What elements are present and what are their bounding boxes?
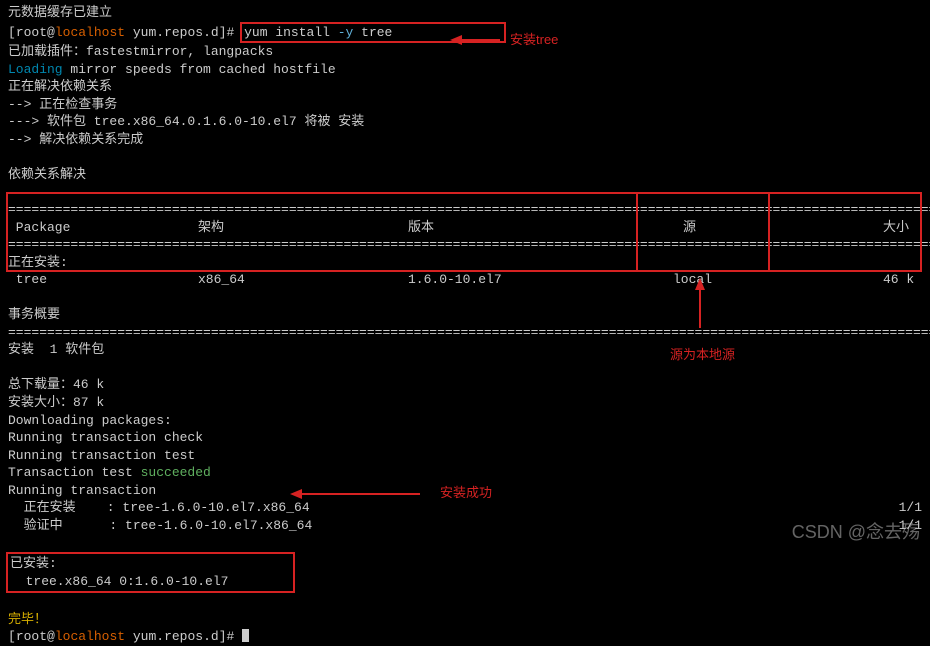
- table-row: treex86_641.6.0-10.el7local46 k: [8, 271, 922, 289]
- sep-3: ========================================…: [8, 324, 922, 342]
- installing-label: 正在安装:: [8, 254, 922, 272]
- txn-summary: 事务概要: [8, 306, 922, 324]
- complete-line: 完毕！: [8, 611, 922, 629]
- table-header: Package架构版本源大小: [8, 219, 922, 237]
- blank-1: [8, 148, 922, 166]
- blank-2: [8, 183, 922, 201]
- blank-4: [8, 359, 922, 377]
- prompt-line-2[interactable]: [root@localhost yum.repos.d]#: [8, 628, 922, 646]
- sep-2: ========================================…: [8, 236, 922, 254]
- installed-block: 已安装: tree.x86_64 0:1.6.0-10.el7: [8, 552, 922, 593]
- loading-line: Loading mirror speeds from cached hostfi…: [8, 61, 922, 79]
- anno-install-tree: 安装tree: [510, 31, 558, 49]
- arrow-icon: [692, 278, 708, 328]
- meta-cache-line: 元数据缓存已建立: [8, 4, 922, 22]
- installed-highlight-box: 已安装: tree.x86_64 0:1.6.0-10.el7: [6, 552, 295, 593]
- arrow-icon: [450, 32, 500, 48]
- install-count: 安装 1 软件包: [8, 341, 922, 359]
- blank-3: [8, 289, 922, 307]
- resolve-done-line: --> 解决依赖关系完成: [8, 131, 922, 149]
- installing-row: 正在安装 : tree-1.6.0-10.el7.x86_641/1: [8, 499, 922, 517]
- sep-1: ========================================…: [8, 201, 922, 219]
- blank-6: [8, 593, 922, 611]
- inst-size: 安装大小：87 k: [8, 394, 922, 412]
- resolving-line: 正在解决依赖关系: [8, 78, 922, 96]
- anno-local-source: 源为本地源: [670, 346, 735, 364]
- dep-resolved-line: 依赖关系解决: [8, 166, 922, 184]
- dl-pkgs: Downloading packages:: [8, 412, 922, 430]
- watermark: CSDN @念去殇: [792, 520, 920, 544]
- run-check: Running transaction check: [8, 429, 922, 447]
- arrow-icon: [290, 486, 420, 502]
- anno-install-success: 安装成功: [440, 484, 492, 502]
- run-test: Running transaction test: [8, 447, 922, 465]
- blank-5: [8, 534, 922, 552]
- cursor-icon: [242, 629, 249, 642]
- checking-line: --> 正在检查事务: [8, 96, 922, 114]
- verifying-row: 验证中 : tree-1.6.0-10.el7.x86_641/1: [8, 517, 922, 535]
- dl-size: 总下载量：46 k: [8, 376, 922, 394]
- test-result: Transaction test succeeded: [8, 464, 922, 482]
- pkg-line: ---> 软件包 tree.x86_64.0.1.6.0-10.el7 将被 安…: [8, 113, 922, 131]
